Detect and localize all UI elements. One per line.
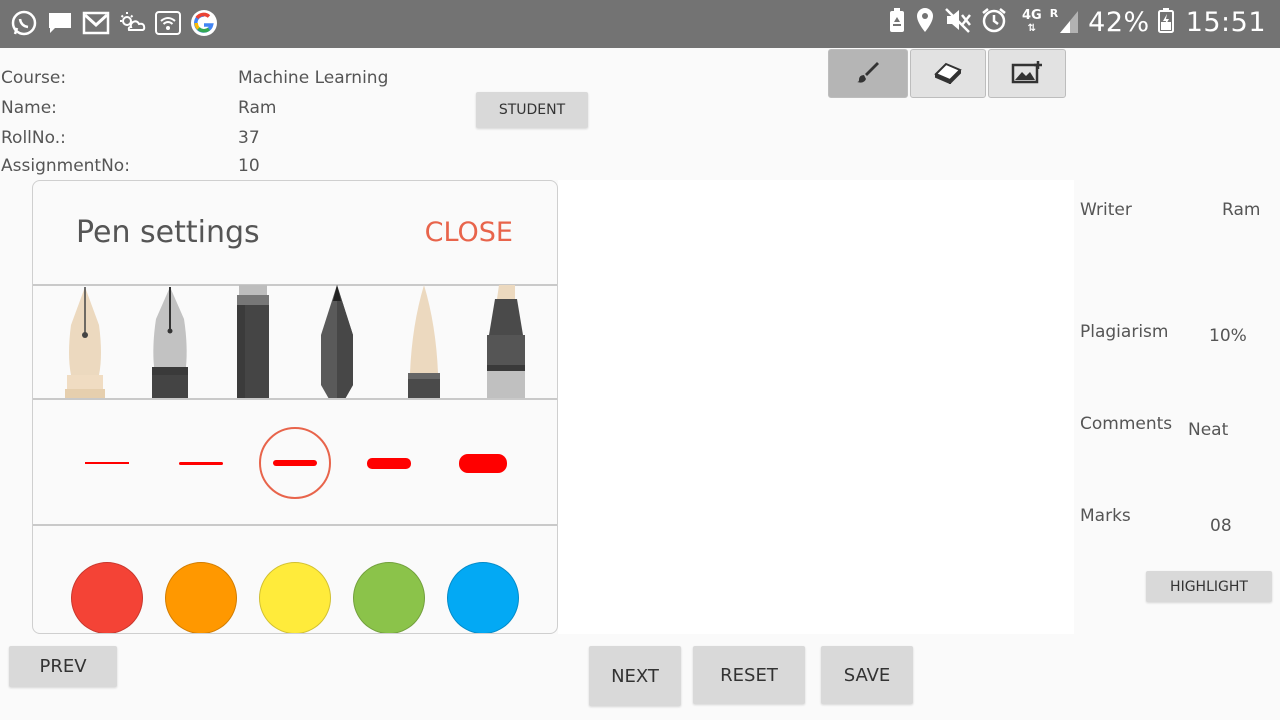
battery-saver-icon [888, 6, 906, 38]
stroke-preview [273, 460, 317, 466]
divider [33, 524, 557, 526]
battery-percent: 42% [1088, 6, 1150, 38]
color-swatch-orange[interactable] [165, 562, 237, 633]
plagiarism-label: Plagiarism [1080, 322, 1169, 342]
assignment-label: AssignmentNo: [1, 156, 130, 176]
gmail-icon [82, 8, 110, 38]
brush-icon [855, 59, 881, 89]
google-icon [190, 8, 218, 38]
weather-icon [118, 8, 146, 38]
whatsapp-icon [10, 8, 38, 38]
stroke-preview [367, 457, 411, 469]
marker-icon[interactable] [233, 285, 273, 403]
stroke-preview [459, 453, 507, 473]
add-image-tool-button[interactable] [988, 49, 1066, 98]
stroke-thick[interactable] [353, 427, 425, 499]
fountain-pen-silver-icon[interactable] [148, 285, 192, 403]
stroke-extra-fine[interactable] [71, 427, 143, 499]
clock: 15:51 [1185, 6, 1266, 38]
student-button[interactable]: STUDENT [476, 92, 588, 128]
location-icon [914, 6, 936, 38]
reset-button[interactable]: RESET [693, 646, 805, 704]
battery-icon [1157, 6, 1174, 38]
next-button[interactable]: NEXT [589, 646, 681, 706]
notification-icons [10, 8, 218, 38]
highlight-button[interactable]: HIGHLIGHT [1146, 571, 1272, 602]
fountain-pen-cream-icon[interactable] [63, 285, 107, 403]
name-label: Name: [1, 98, 57, 118]
stroke-fine[interactable] [165, 427, 237, 499]
prev-button[interactable]: PREV [9, 646, 117, 687]
writer-label: Writer [1080, 200, 1132, 220]
signal-icon: R [1050, 7, 1080, 37]
pencil-icon[interactable] [317, 285, 357, 403]
brush-pen-icon[interactable] [402, 285, 446, 403]
divider [33, 398, 557, 400]
comments-label: Comments [1080, 414, 1173, 434]
stroke-medium[interactable] [259, 427, 331, 499]
eraser-icon [933, 60, 963, 88]
course-label: Course: [1, 68, 67, 88]
drawing-canvas[interactable] [558, 180, 1074, 634]
divider [33, 284, 557, 286]
marks-value: 08 [1210, 516, 1232, 536]
pen-settings-panel: Pen settings CLOSE [32, 180, 558, 634]
color-swatch-yellow[interactable] [259, 562, 331, 633]
assignment-value: 10 [238, 156, 260, 176]
mute-icon [944, 6, 972, 38]
roaming-indicator: R [1049, 7, 1059, 20]
marks-label: Marks [1080, 506, 1131, 526]
plagiarism-value: 10% [1209, 326, 1247, 346]
stroke-extra-thick[interactable] [447, 427, 519, 499]
pen-settings-title: Pen settings [76, 215, 260, 250]
eraser-tool-button[interactable] [910, 49, 986, 98]
name-value: Ram [238, 98, 277, 118]
rollno-value: 37 [238, 128, 260, 148]
save-button[interactable]: SAVE [821, 646, 913, 704]
writer-value: Ram [1222, 200, 1261, 220]
system-status: 4G ⇅ R 42% 15:51 [888, 6, 1266, 38]
status-bar: 4G ⇅ R 42% 15:51 [0, 0, 1280, 48]
network-type: 4G ⇅ [1021, 8, 1042, 34]
stroke-preview [179, 461, 223, 465]
close-button[interactable]: CLOSE [425, 217, 513, 248]
color-swatch-blue[interactable] [447, 562, 519, 633]
color-swatch-red[interactable] [71, 562, 143, 633]
add-image-icon [1011, 60, 1043, 88]
brush-tool-button[interactable] [828, 49, 908, 98]
alarm-icon [980, 6, 1008, 38]
comments-value: Neat [1188, 420, 1229, 440]
stroke-preview [85, 462, 129, 464]
highlighter-icon[interactable] [483, 285, 529, 403]
course-value: Machine Learning [238, 68, 389, 88]
rollno-label: RollNo.: [1, 128, 66, 148]
color-swatch-green[interactable] [353, 562, 425, 633]
wifi-icon [154, 8, 182, 38]
network-type-label: 4G [1021, 8, 1042, 23]
message-icon [46, 8, 74, 38]
